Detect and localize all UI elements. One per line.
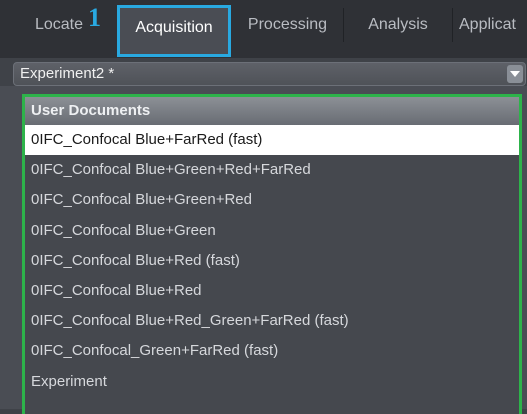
tab-processing-label: Processing [247, 16, 328, 33]
list-group-header: User Documents [25, 97, 519, 125]
module-tab-bar: Locate 1 Acquisition Processing Analysis… [0, 0, 527, 58]
tab-acquisition[interactable]: Acquisition [117, 5, 231, 57]
experiment-dropdown[interactable]: Experiment2 * [13, 62, 526, 86]
experiment-list: User Documents 0IFC_Confocal Blue+FarRed… [22, 94, 522, 414]
tab-applications-label: Applicat [459, 16, 516, 33]
tab-analysis[interactable]: Analysis [344, 8, 453, 42]
dropdown-arrow-button[interactable] [507, 65, 523, 83]
list-item[interactable]: 0IFC_Confocal Blue+Red (fast) [25, 246, 519, 276]
list-item[interactable]: 0IFC_Confocal Blue+Red [25, 276, 519, 306]
list-item[interactable]: 0IFC_Confocal_Green+FarRed (fast) [25, 336, 519, 366]
list-item[interactable]: 0IFC_Confocal Blue+Red_Green+FarRed (fas… [25, 306, 519, 336]
tab-applications[interactable]: Applicat [453, 8, 527, 42]
chevron-down-icon [510, 71, 520, 77]
tab-locate[interactable]: Locate [0, 8, 119, 42]
list-item-selected[interactable]: 0IFC_Confocal Blue+FarRed (fast) [25, 125, 519, 156]
tab-acquisition-label: Acquisition [135, 19, 213, 36]
experiment-dropdown-value: Experiment2 * [20, 65, 115, 82]
tab-locate-label: Locate [34, 16, 84, 33]
tab-analysis-label: Analysis [368, 16, 428, 33]
step-number-annotation: 1 [88, 3, 101, 32]
list-item[interactable]: 0IFC_Confocal Blue+Green+Red+FarRed [25, 155, 519, 185]
list-item[interactable]: 0IFC_Confocal Blue+Green [25, 216, 519, 246]
tab-processing[interactable]: Processing [232, 8, 344, 42]
list-item[interactable]: 0IFC_Confocal Blue+Green+Red [25, 185, 519, 215]
list-item[interactable]: Experiment [25, 367, 519, 397]
